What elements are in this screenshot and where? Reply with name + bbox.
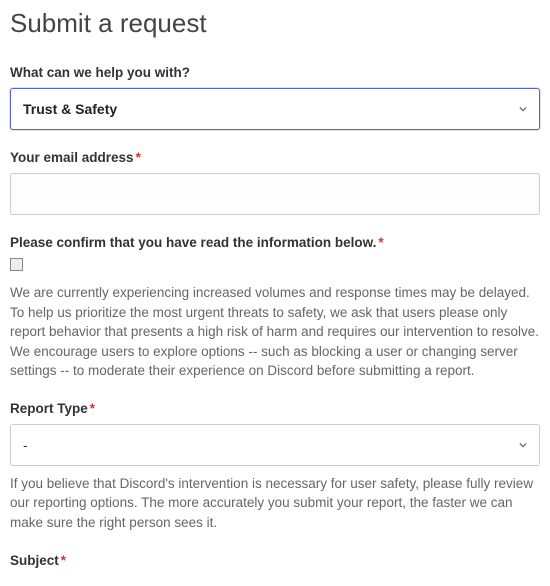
report-type-field: Report Type* - If you believe that Disco… [10,401,540,533]
topic-select[interactable]: Trust & Safety [10,88,540,130]
confirm-helptext: We are currently experiencing increased … [10,283,540,381]
report-type-select-value: - [23,437,28,453]
required-marker: * [378,235,383,250]
subject-field: Subject* [10,553,540,568]
subject-label-text: Subject [10,553,59,568]
email-label-text: Your email address [10,150,134,165]
email-field: Your email address* [10,150,540,215]
page-title: Submit a request [10,8,540,39]
required-marker: * [90,401,95,416]
required-marker: * [61,553,66,568]
topic-select-value: Trust & Safety [23,101,117,117]
report-type-helptext: If you believe that Discord's interventi… [10,474,540,533]
subject-label: Subject* [10,553,540,568]
confirm-field: Please confirm that you have read the in… [10,235,540,381]
required-marker: * [136,150,141,165]
topic-label: What can we help you with? [10,65,540,80]
chevron-down-icon [519,441,527,449]
chevron-down-icon [519,105,527,113]
report-type-label: Report Type* [10,401,540,416]
confirm-checkbox[interactable] [10,258,23,271]
report-type-label-text: Report Type [10,401,88,416]
report-type-select[interactable]: - [10,424,540,466]
email-label: Your email address* [10,150,540,165]
confirm-label-text: Please confirm that you have read the in… [10,235,376,250]
topic-label-text: What can we help you with? [10,65,190,80]
email-input[interactable] [10,173,540,215]
confirm-label: Please confirm that you have read the in… [10,235,540,250]
topic-field: What can we help you with? Trust & Safet… [10,65,540,130]
